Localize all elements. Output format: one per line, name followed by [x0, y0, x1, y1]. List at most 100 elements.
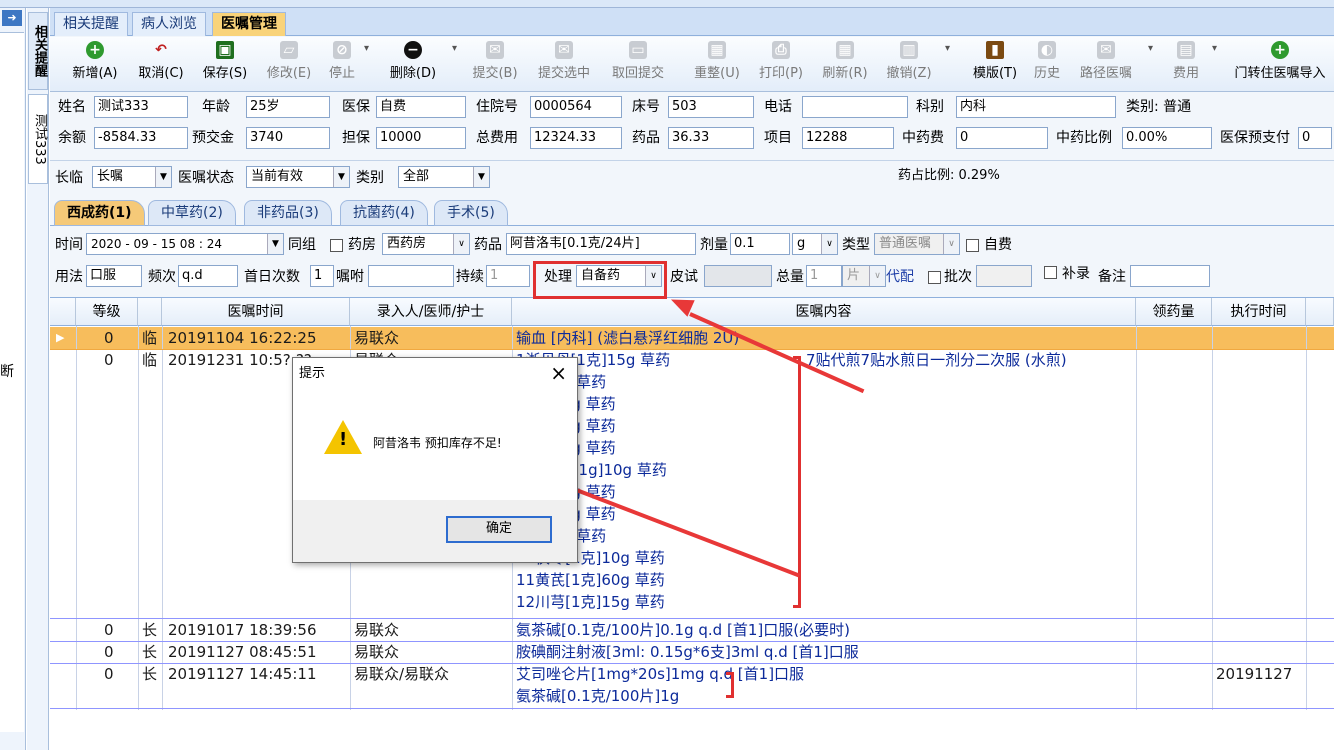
group-checkbox[interactable] [330, 239, 343, 252]
tab-antibiotic[interactable]: 抗菌药(4) [340, 200, 428, 226]
tab-order-management[interactable]: 医嘱管理 [212, 12, 286, 36]
chevron-down-icon[interactable]: ▾ [1148, 43, 1154, 54]
ok-button[interactable]: 确定 [446, 516, 552, 543]
chevron-down-icon[interactable]: ▾ [1212, 43, 1218, 54]
save-button[interactable]: ▣ 保存(S) [198, 41, 252, 89]
time-label: 时间 [55, 237, 83, 253]
dose-unit-select[interactable]: g ∨ [792, 233, 838, 255]
first-count-input[interactable]: 1 [310, 265, 334, 287]
herb-fee-field[interactable]: 0 [956, 127, 1048, 149]
prepay-field[interactable]: 3740 [246, 127, 330, 149]
phone-field[interactable] [802, 96, 908, 118]
grid-header-level[interactable]: 等级 [76, 298, 138, 326]
path-order-button[interactable]: ✉ 路径医嘱 [1074, 41, 1138, 89]
herb-ratio-field[interactable]: 0.00% [1122, 127, 1212, 149]
retrieve-button[interactable]: ▭ 取回提交 [606, 41, 670, 89]
balance-field[interactable]: -8584.33 [94, 127, 188, 149]
reload-button[interactable]: ▦ 刷新(R) [818, 41, 872, 89]
class-select[interactable]: 全部 ▼ [398, 166, 490, 188]
grid-line [50, 618, 1334, 619]
dose-label: 剂量 [700, 237, 728, 253]
insurance-prepay-field[interactable]: 0 [1298, 127, 1332, 149]
history-icon: ◐ [1038, 41, 1056, 59]
delete-button[interactable]: − 删除(D) [384, 41, 442, 89]
close-icon[interactable]: × [550, 362, 567, 384]
print-button[interactable]: ⎙ 打印(P) [754, 41, 808, 89]
table-row[interactable]: 0 长 20191017 18:39:56 易联众 氨茶碱[0.1克/100片]… [50, 619, 1334, 641]
row-kind: 长 [142, 643, 158, 661]
edit-button[interactable]: ▱ 修改(E) [262, 41, 316, 89]
supplement-checkbox[interactable] [1044, 266, 1057, 279]
batch-field[interactable] [976, 265, 1032, 287]
row-content: 11黄芪[1克]60g 草药 [516, 571, 665, 589]
fee-icon: ▤ [1177, 41, 1195, 59]
grid-header-dispense[interactable]: 领药量 [1136, 298, 1212, 326]
item-fee-field[interactable]: 12288 [802, 127, 894, 149]
time-picker[interactable]: 2020 - 09 - 15 08 : 24 ▼ [86, 233, 284, 255]
tab-herbal-medicine[interactable]: 中草药(2) [148, 200, 236, 226]
status-select[interactable]: 当前有效 ▼ [246, 166, 350, 188]
age-field[interactable]: 25岁 [246, 96, 330, 118]
bed-field[interactable]: 503 [668, 96, 754, 118]
table-row[interactable]: 0 临 20191231 10:5?:?? 易联众 1浙贝母[1克]15g 草药… [50, 349, 1334, 617]
chevron-down-icon[interactable]: ▾ [364, 43, 370, 54]
table-row[interactable]: 0 长 20191127 08:45:51 易联众 胺碘酮注射液[3ml: 0.… [50, 641, 1334, 663]
grid-header-time[interactable]: 医嘱时间 [162, 298, 350, 326]
stop-button[interactable]: ⊘ 停止 [326, 41, 358, 89]
pin-icon[interactable]: ➜ [2, 10, 22, 26]
chevron-down-icon[interactable]: ▾ [945, 43, 951, 54]
table-row[interactable]: 0 长 20191127 14:45:11 易联众/易联众 艾司唑仑片[1mg*… [50, 663, 1334, 707]
group-label: 同组 [288, 237, 316, 253]
insurance-field[interactable]: 自费 [376, 96, 466, 118]
submit-icon: ✉ [486, 41, 504, 59]
left-panel-body: 断 [0, 32, 24, 732]
tab-reminders[interactable]: 相关提醒 [54, 12, 128, 36]
dose-input[interactable]: 0.1 [730, 233, 790, 255]
revoke-button[interactable]: ▥ 撤销(Z) [882, 41, 936, 89]
reorganize-button[interactable]: ▦ 重整(U) [690, 41, 744, 89]
selfpay-checkbox[interactable] [966, 239, 979, 252]
admission-field[interactable]: 0000564 [530, 96, 622, 118]
name-field[interactable]: 测试333 [94, 96, 188, 118]
batch-checkbox[interactable] [928, 271, 941, 284]
history-button[interactable]: ◐ 历史 [1030, 41, 1064, 89]
fee-button[interactable]: ▤ 费用 [1166, 41, 1206, 89]
grid-header-exec-time[interactable]: 执行时间 [1212, 298, 1306, 326]
balance-label: 余额 [58, 130, 86, 146]
grid-header-person[interactable]: 录入人/医师/护士 [350, 298, 512, 326]
total-unit-select[interactable]: 片 ∨ [842, 265, 886, 287]
vtab-reminder[interactable]: 相关提醒 [28, 12, 48, 90]
tab-non-drug[interactable]: 非药品(3) [244, 200, 332, 226]
grid-header-content[interactable]: 医嘱内容 [512, 298, 1136, 326]
chevron-down-icon: ▼ [473, 167, 489, 187]
import-outpatient-button[interactable]: + 门转住医嘱导入 [1228, 41, 1332, 89]
cancel-button[interactable]: ↶ 取消(C) [132, 41, 190, 89]
dept-field[interactable]: 内科 [956, 96, 1116, 118]
usage-input[interactable]: 口服 [86, 265, 142, 287]
order-type-select[interactable]: 普通医嘱 ∨ [874, 233, 960, 255]
chevron-down-icon[interactable]: ▾ [452, 43, 458, 54]
submit-selected-button[interactable]: ✉ 提交选中 [532, 41, 596, 89]
submit-button[interactable]: ✉ 提交(B) [468, 41, 522, 89]
drug-input[interactable]: 阿昔洛韦[0.1克/24片] [506, 233, 696, 255]
total-qty-input[interactable]: 1 [806, 265, 842, 287]
tab-surgery[interactable]: 手术(5) [434, 200, 508, 226]
vtab-patient[interactable]: 测试333 [28, 94, 48, 184]
skin-test-field[interactable] [704, 265, 772, 287]
guarantee-field[interactable]: 10000 [376, 127, 466, 149]
template-button[interactable]: ▮ 模版(T) [968, 41, 1022, 89]
remark-input[interactable] [1130, 265, 1210, 287]
instruction-input[interactable] [368, 265, 454, 287]
tab-western-medicine[interactable]: 西成药(1) [54, 200, 145, 226]
batch-label: 批次 [944, 269, 972, 285]
pharmacy-select[interactable]: 西药房 ∨ [382, 233, 470, 255]
tab-patient-browse[interactable]: 病人浏览 [132, 12, 206, 36]
total-fee-field[interactable]: 12324.33 [530, 127, 622, 149]
grid-header-kind[interactable] [138, 298, 162, 326]
freq-input[interactable]: q.d [178, 265, 238, 287]
add-button[interactable]: + 新增(A) [68, 41, 122, 89]
table-row[interactable]: ▶ 0 临 20191104 16:22:25 易联众 输血 [内科] (滤白悬… [50, 327, 1334, 349]
type-select[interactable]: 长嘱 ▼ [92, 166, 172, 188]
duration-stepper[interactable]: 1 [486, 265, 530, 287]
drug-fee-field[interactable]: 36.33 [668, 127, 754, 149]
